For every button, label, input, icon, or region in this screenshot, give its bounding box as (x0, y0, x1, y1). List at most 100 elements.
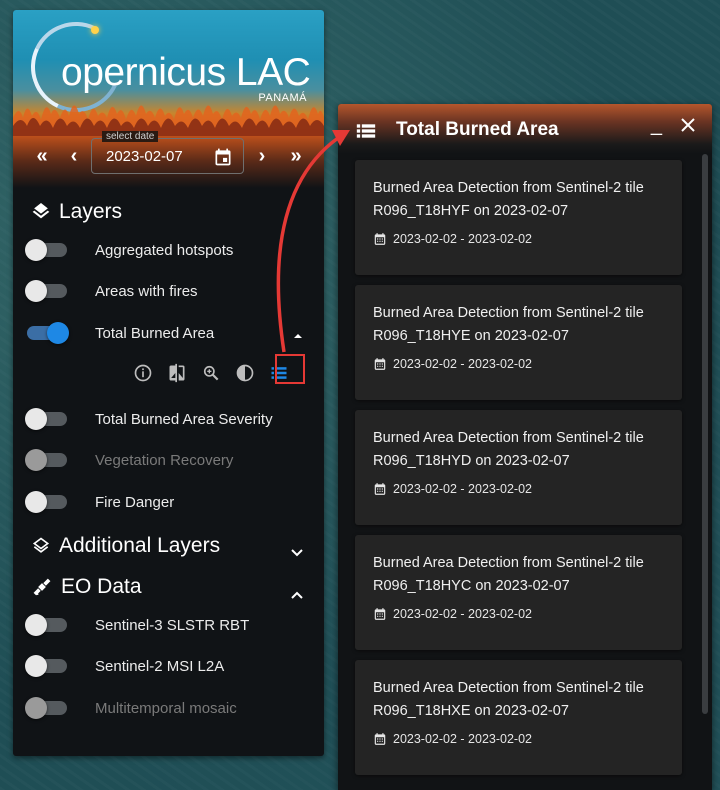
layer-total-burned-area-severity-label: Total Burned Area Severity (95, 410, 273, 428)
card-title: Burned Area Detection from Sentinel-2 ti… (373, 427, 673, 473)
additional-layers-title: Additional Layers (59, 534, 221, 557)
burned-area-card[interactable]: Burned Area Detection from Sentinel-2 ti… (355, 160, 682, 275)
burned-area-card[interactable]: Burned Area Detection from Sentinel-2 ti… (355, 285, 682, 400)
toggle-knob (25, 491, 47, 513)
copernicus-lac-logo: opernicus LAC PANAMÁ (18, 10, 321, 125)
panel-title: Total Burned Area (396, 119, 559, 140)
toggle-knob (25, 239, 47, 261)
card-title: Burned Area Detection from Sentinel-2 ti… (373, 677, 673, 723)
prev-date-button[interactable]: ‹ (63, 146, 85, 166)
card-title-line1: Burned Area Detection from Sentinel-2 ti… (373, 305, 644, 321)
layer-areas-with-fires-label: Areas with fires (95, 282, 198, 300)
card-title-line1: Burned Area Detection from Sentinel-2 ti… (373, 680, 644, 696)
eo-multitemporal-mosaic-row: Multitemporal mosaic (25, 695, 317, 721)
date-input-label: select date (102, 131, 159, 142)
toggle-knob (25, 614, 47, 636)
layer-fire-danger-row: Fire Danger (25, 489, 317, 515)
satellite-icon (33, 578, 51, 596)
date-input-value: 2023-02-07 (106, 148, 183, 165)
layer-total-burned-area-toggle[interactable] (27, 322, 69, 344)
card-title: Burned Area Detection from Sentinel-2 ti… (373, 177, 673, 223)
eo-sentinel-3-slstr-rbt-row: Sentinel-3 SLSTR RBT (25, 612, 317, 638)
layer-total-burned-area-row: Total Burned Area (27, 320, 317, 346)
date-input[interactable]: select date 2023-02-07 (91, 131, 244, 174)
burned-area-card[interactable]: Burned Area Detection from Sentinel-2 ti… (355, 660, 682, 775)
layer-aggregated-hotspots-toggle[interactable] (25, 239, 67, 261)
card-date-range: 2023-02-02 - 2023-02-02 (373, 607, 532, 621)
compare-icon[interactable] (167, 363, 187, 383)
card-title: Burned Area Detection from Sentinel-2 ti… (373, 302, 673, 348)
card-title-line2: R096_T18HYD on 2023-02-07 (373, 453, 570, 469)
eo-sentinel-2-msi-l2a-toggle[interactable] (25, 655, 67, 677)
card-title-line2: R096_T18HXE on 2023-02-07 (373, 703, 569, 719)
calendar-icon (374, 733, 386, 745)
close-icon[interactable] (680, 117, 696, 133)
first-date-button[interactable]: « (31, 146, 53, 166)
toggle-knob (25, 408, 47, 430)
burned-area-card[interactable]: Burned Area Detection from Sentinel-2 ti… (355, 410, 682, 525)
flames-decoration (13, 105, 324, 136)
next-date-button[interactable]: › (251, 146, 273, 166)
layer-total-burned-area-severity-toggle[interactable] (25, 408, 67, 430)
calendar-icon[interactable] (213, 147, 233, 167)
toggle-knob (47, 322, 69, 344)
layer-vegetation-recovery-toggle[interactable] (25, 449, 67, 471)
eo-sentinel-3-slstr-rbt-toggle[interactable] (25, 614, 67, 636)
card-title-line1: Burned Area Detection from Sentinel-2 ti… (373, 555, 644, 571)
info-icon[interactable] (133, 363, 153, 383)
layers-sidebar: opernicus LAC PANAMÁ « ‹ select date 202… (13, 10, 324, 756)
eo-sentinel-3-slstr-rbt-label: Sentinel-3 SLSTR RBT (95, 616, 250, 634)
list-icon (356, 124, 376, 138)
toggle-knob (25, 655, 47, 677)
layer-areas-with-fires-toggle[interactable] (25, 280, 67, 302)
zoom-icon[interactable] (201, 363, 221, 383)
toggle-knob (25, 697, 47, 719)
calendar-icon (374, 483, 386, 495)
card-title-line1: Burned Area Detection from Sentinel-2 ti… (373, 430, 644, 446)
card-title-line1: Burned Area Detection from Sentinel-2 ti… (373, 180, 644, 196)
panel-scrollbar[interactable] (702, 154, 708, 714)
burned-area-panel: Total Burned Area _ Burned Area Detectio… (338, 104, 712, 790)
logo-text: opernicus LAC (61, 51, 311, 94)
panel-header: Total Burned Area _ (338, 104, 712, 154)
calendar-icon (374, 358, 386, 370)
eo-multitemporal-mosaic-toggle[interactable] (25, 697, 67, 719)
card-date-range-text: 2023-02-02 - 2023-02-02 (393, 357, 532, 371)
card-title-line2: R096_T18HYE on 2023-02-07 (373, 328, 569, 344)
burned-area-card[interactable]: Burned Area Detection from Sentinel-2 ti… (355, 535, 682, 650)
date-navigation: « ‹ select date 2023-02-07 › » (13, 131, 324, 178)
layers-section-header: Layers (31, 200, 122, 224)
card-date-range: 2023-02-02 - 2023-02-02 (373, 732, 532, 746)
eo-data-title: EO Data (61, 575, 142, 598)
layers-outline-icon (32, 537, 50, 553)
layer-aggregated-hotspots-label: Aggregated hotspots (95, 241, 234, 259)
layers-icon (32, 203, 50, 219)
card-date-range-text: 2023-02-02 - 2023-02-02 (393, 482, 532, 496)
list-icon-highlight (275, 354, 305, 384)
calendar-icon (374, 233, 386, 245)
eo-data-header[interactable]: EO Data (31, 575, 142, 599)
logo-sun-icon (91, 26, 99, 34)
collapse-layer-options-icon[interactable] (293, 332, 303, 340)
layers-title: Layers (59, 200, 123, 223)
layer-vegetation-recovery-row: Vegetation Recovery (25, 447, 317, 473)
layer-fire-danger-toggle[interactable] (25, 491, 67, 513)
card-title-line2: R096_T18HYF on 2023-02-07 (373, 203, 569, 219)
toggle-knob (25, 280, 47, 302)
toggle-knob (25, 449, 47, 471)
additional-layers-header[interactable]: Additional Layers (31, 534, 220, 558)
burned-area-list: Burned Area Detection from Sentinel-2 ti… (355, 160, 682, 785)
contrast-icon[interactable] (235, 363, 255, 383)
card-date-range: 2023-02-02 - 2023-02-02 (373, 357, 532, 371)
chevron-down-icon[interactable] (290, 548, 304, 558)
chevron-up-icon[interactable] (290, 590, 304, 600)
card-date-range: 2023-02-02 - 2023-02-02 (373, 232, 532, 246)
minimize-button[interactable]: _ (651, 114, 662, 137)
layer-total-burned-area-severity-row: Total Burned Area Severity (25, 406, 317, 432)
layer-aggregated-hotspots-row: Aggregated hotspots (25, 237, 317, 263)
card-date-range-text: 2023-02-02 - 2023-02-02 (393, 607, 532, 621)
layer-areas-with-fires-row: Areas with fires (25, 278, 317, 304)
eo-sentinel-2-msi-l2a-row: Sentinel-2 MSI L2A (25, 653, 317, 679)
card-title: Burned Area Detection from Sentinel-2 ti… (373, 552, 673, 598)
last-date-button[interactable]: » (285, 146, 307, 166)
